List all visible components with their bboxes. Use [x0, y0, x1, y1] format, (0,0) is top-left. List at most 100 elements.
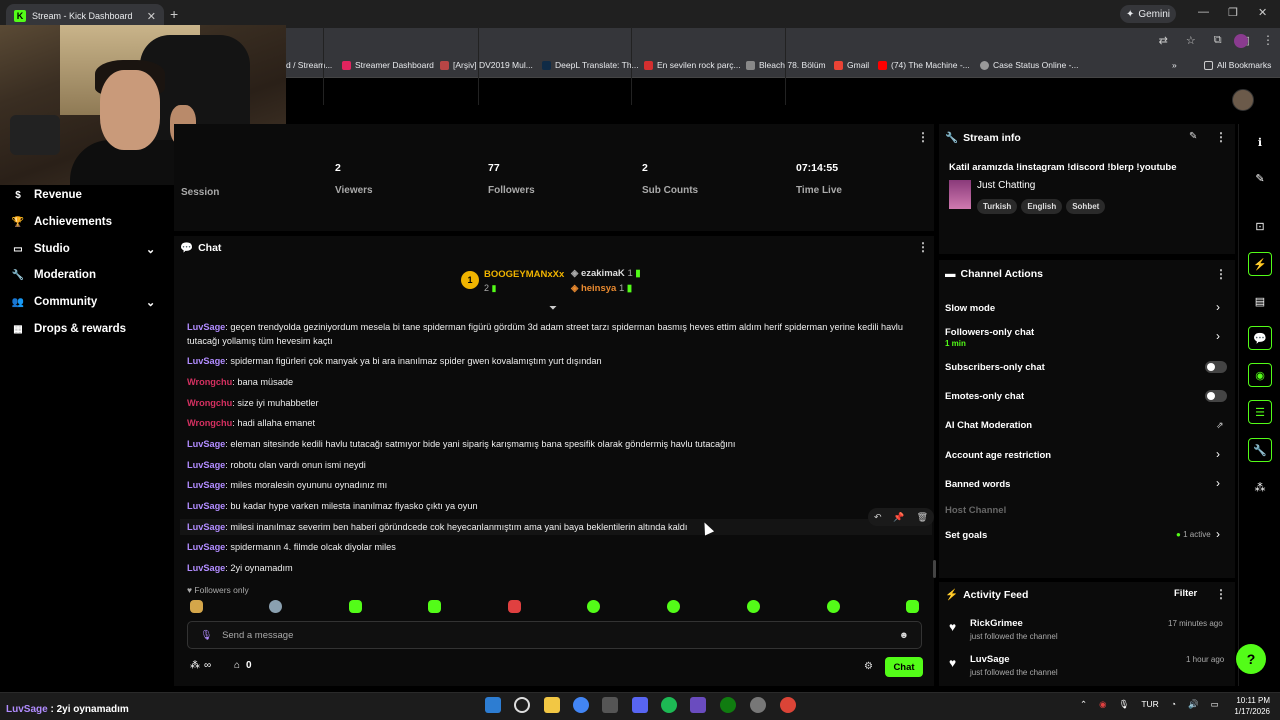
stats-menu-icon[interactable]: ⋮ [917, 130, 929, 144]
chat-scrollbar[interactable] [933, 560, 936, 578]
translate-icon[interactable]: ⇄ [1159, 34, 1168, 47]
list-icon[interactable]: ☰ [1248, 400, 1272, 424]
bookmark-item[interactable]: En sevilen rock parç... [644, 60, 741, 70]
file-explorer-icon[interactable] [544, 697, 560, 713]
user-avatar[interactable] [1232, 89, 1254, 111]
emote-icon[interactable] [428, 600, 441, 613]
tag[interactable]: Sohbet [1066, 199, 1106, 214]
all-bookmarks[interactable]: All Bookmarks [1204, 60, 1271, 70]
xbox-icon[interactable] [720, 697, 736, 713]
new-tab-icon[interactable]: + [170, 6, 178, 22]
points-icon[interactable]: ⁂ [1248, 475, 1272, 499]
emotes-only-toggle[interactable] [1205, 390, 1227, 402]
chat-message[interactable]: LuvSage: miles moralesin oyununu oynadın… [187, 478, 917, 492]
leaderboard-first[interactable]: BOOGEYMANxXx [484, 269, 564, 280]
emote-icon[interactable] [827, 600, 840, 613]
chevron-right-icon[interactable]: › [1216, 476, 1220, 490]
emoji-icon[interactable]: ☻ [899, 630, 909, 641]
store-icon[interactable] [602, 697, 618, 713]
search-icon[interactable] [514, 697, 530, 713]
window-close-icon[interactable]: ✕ [1258, 6, 1267, 19]
sidebar-item-achievements[interactable]: 🏆 Achievements [12, 216, 112, 228]
account-age-restriction[interactable]: Account age restriction [945, 450, 1051, 461]
gemini-button[interactable]: ✦ Gemini [1120, 5, 1176, 23]
emote-icon[interactable] [667, 600, 680, 613]
wifi-icon[interactable]: ◔ [1171, 699, 1176, 710]
browser-menu-icon[interactable]: ⋮ [1262, 33, 1274, 47]
app-icon[interactable] [690, 697, 706, 713]
edit-icon[interactable]: ✎ [1189, 131, 1197, 142]
slow-mode[interactable]: Slow mode [945, 303, 995, 314]
subscribers-only-toggle[interactable] [1205, 361, 1227, 373]
points-infinity[interactable]: ⁂ ∞ [190, 660, 211, 671]
points-store[interactable]: ⌂ 0 [234, 660, 252, 671]
emote-icon[interactable] [269, 600, 282, 613]
chevron-right-icon[interactable]: › [1216, 447, 1220, 461]
followers-only-chat[interactable]: Followers-only chat [945, 327, 1034, 338]
emote-icon[interactable] [587, 600, 600, 613]
chat-message[interactable]: LuvSage: spidermanın 4. filmde olcak diy… [187, 540, 917, 554]
reply-icon[interactable]: ↶ [874, 512, 882, 523]
minimize-icon[interactable]: — [1198, 6, 1209, 18]
emote-icon[interactable] [508, 600, 521, 613]
chevron-right-icon[interactable]: › [1216, 527, 1220, 541]
bookmark-item[interactable]: Case Status Online -... [980, 60, 1079, 70]
activity-user[interactable]: LuvSage [970, 654, 1010, 665]
chevron-right-icon[interactable]: › [1216, 300, 1220, 314]
activity-menu-icon[interactable]: ⋮ [1215, 587, 1227, 601]
chat-message[interactable]: LuvSage: geçen trendyolda geziniyordum m… [187, 320, 917, 348]
chevron-up-icon[interactable]: ⌃ [1080, 699, 1087, 710]
spotify-icon[interactable] [661, 697, 677, 713]
bookmark-item[interactable]: d / Stream... [286, 60, 332, 70]
chat-message[interactable]: LuvSage: robotu olan vardı onun ismi ney… [187, 458, 917, 472]
profile-avatar[interactable] [1234, 34, 1248, 48]
discord-icon[interactable] [632, 697, 648, 713]
help-button[interactable]: ? [1236, 644, 1266, 674]
bookmark-item[interactable]: (74) The Machine -... [878, 60, 970, 70]
chat-settings-icon[interactable]: ⚙ [864, 661, 873, 672]
chrome-icon[interactable] [573, 697, 589, 713]
message-input[interactable]: 🎙 Send a message ☻ [187, 621, 922, 649]
volume-icon[interactable]: 🔊 [1188, 699, 1199, 710]
bookmark-item[interactable]: Streamer Dashboard [342, 60, 434, 70]
bookmark-item[interactable]: DeepL Translate: Th... [542, 60, 639, 70]
chat-message[interactable]: Wrongchu: hadi allaha emanet [187, 416, 917, 430]
clock[interactable]: 10:11 PM 1/17/2026 [1218, 695, 1270, 717]
chat-message[interactable]: LuvSage: spiderman figürleri çok manyak … [187, 354, 917, 368]
channel-actions-menu-icon[interactable]: ⋮ [1215, 267, 1227, 281]
emote-icon[interactable] [349, 600, 362, 613]
emote-icon[interactable] [190, 600, 203, 613]
sidebar-item-drops[interactable]: ▦ Drops & rewards [12, 323, 126, 335]
broadcast-icon[interactable]: ◉ [1248, 363, 1272, 387]
pin-icon[interactable]: 📌 [893, 512, 904, 523]
chrome-active-icon[interactable] [780, 697, 796, 713]
chat-message[interactable]: LuvSage: 2yi oynamadım [187, 561, 917, 575]
start-icon[interactable] [485, 697, 501, 713]
filter-button[interactable]: Filter [1174, 588, 1197, 599]
restore-icon[interactable]: ❐ [1228, 6, 1238, 19]
chat-message[interactable]: LuvSage: eleman sitesinde kedili havlu t… [187, 437, 917, 451]
language-indicator[interactable]: TUR [1141, 699, 1158, 710]
activity-user[interactable]: RickGrimee [970, 618, 1023, 629]
edit-icon[interactable]: ✎ [1248, 166, 1272, 190]
bolt-icon[interactable]: ⚡ [1248, 252, 1272, 276]
mic-icon[interactable]: 🎙 [200, 630, 212, 641]
category-name[interactable]: Just Chatting [977, 180, 1035, 191]
mic-icon[interactable]: 🎙 [1119, 699, 1130, 710]
bookmark-item[interactable]: Gmail [834, 60, 869, 70]
sidebar-item-studio[interactable]: ▭ Studio ⌄ [12, 243, 155, 256]
bookmark-item[interactable]: [Arşiv] DV2019 Mul... [440, 60, 533, 70]
network-status-icon[interactable]: ◉ [1099, 699, 1106, 710]
chat-message[interactable]: LuvSage: bu kadar hype varken milesta in… [187, 499, 917, 513]
star-icon[interactable]: ☆ [1186, 34, 1196, 47]
delete-icon[interactable]: 🗑 [917, 512, 928, 523]
collapse-leaderboard-icon[interactable]: ⏷ [549, 303, 557, 314]
sidebar-item-moderation[interactable]: 🔧 Moderation [12, 269, 96, 281]
sidebar-item-revenue[interactable]: $ Revenue [12, 189, 82, 201]
tag[interactable]: English [1021, 199, 1063, 214]
chat-menu-icon[interactable]: ⋮ [917, 240, 929, 254]
ai-chat-moderation[interactable]: AI Chat Moderation [945, 420, 1032, 431]
chat-message[interactable]: LuvSage: milesi inanılmaz severim ben ha… [187, 520, 917, 534]
chat-message[interactable]: Wrongchu: size iyi muhabbetler [187, 396, 917, 410]
send-chat-button[interactable]: Chat [885, 657, 923, 677]
